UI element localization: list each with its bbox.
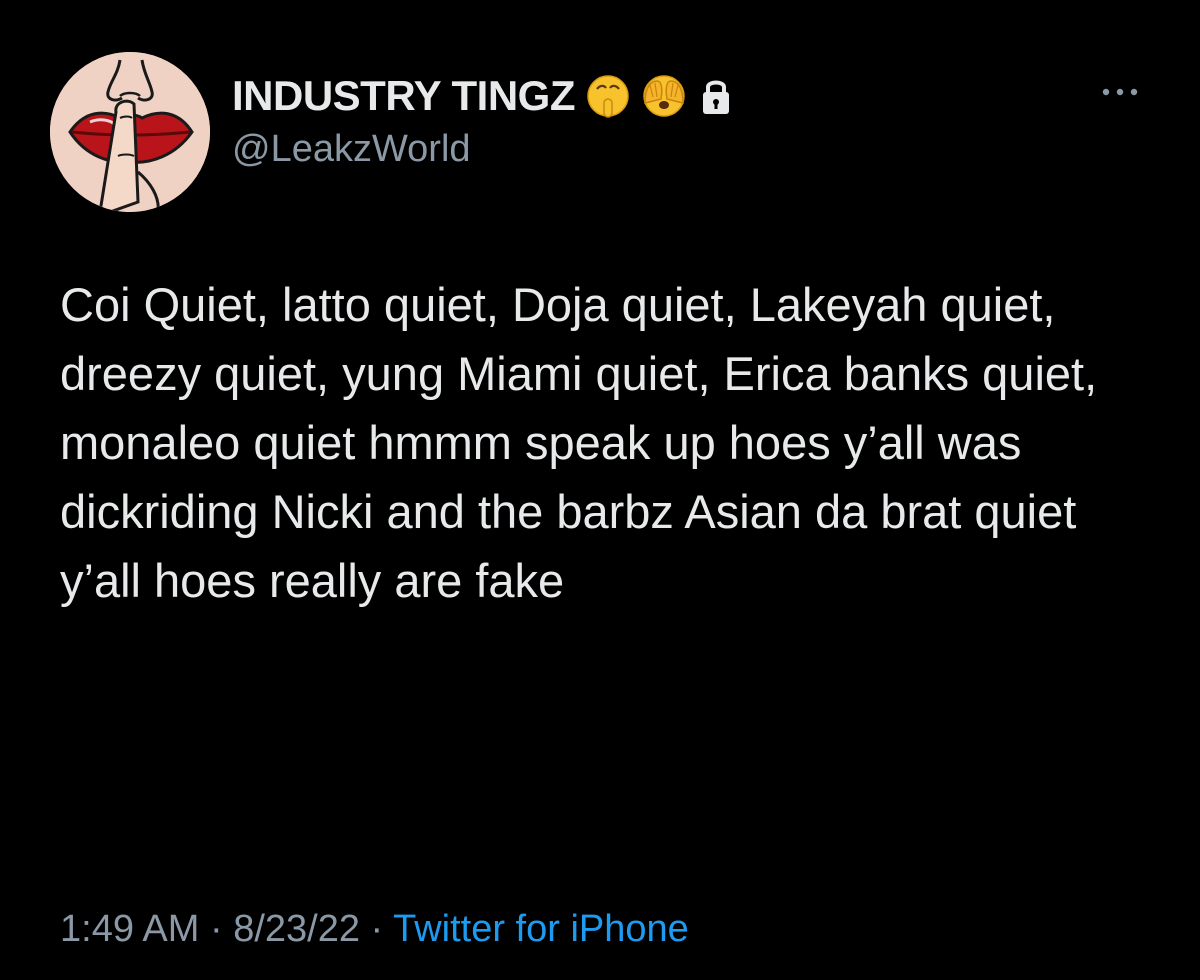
avatar[interactable] (50, 52, 210, 212)
user-handle[interactable]: @LeakzWorld (232, 128, 733, 171)
tweet-header: INDUSTRY TINGZ @LeakzWorld (232, 70, 733, 171)
face-with-hands-over-eyes-emoji-icon (641, 73, 687, 119)
more-options-button[interactable] (1098, 78, 1142, 106)
tweet-detail: INDUSTRY TINGZ @LeakzWorld Coi Quiet, la… (0, 0, 1200, 980)
meta-separator: · (360, 908, 394, 950)
tweet-metadata: 1:49 AM · 8/23/22 · Twitter for iPhone (60, 908, 689, 951)
display-name[interactable]: INDUSTRY TINGZ (232, 72, 576, 120)
meta-separator: · (199, 908, 234, 950)
shushing-face-emoji-icon (585, 73, 631, 119)
shush-lips-avatar-image (50, 52, 210, 212)
tweet-source-link[interactable]: Twitter for iPhone (393, 908, 689, 950)
tweet-text: Coi Quiet, latto quiet, Doja quiet, Lake… (60, 278, 1111, 607)
name-row: INDUSTRY TINGZ (232, 70, 733, 122)
tweet-time[interactable]: 1:49 AM (60, 908, 199, 950)
lock-icon (699, 76, 733, 116)
tweet-date[interactable]: 8/23/22 (233, 908, 360, 950)
ellipsis-icon (1102, 88, 1138, 96)
